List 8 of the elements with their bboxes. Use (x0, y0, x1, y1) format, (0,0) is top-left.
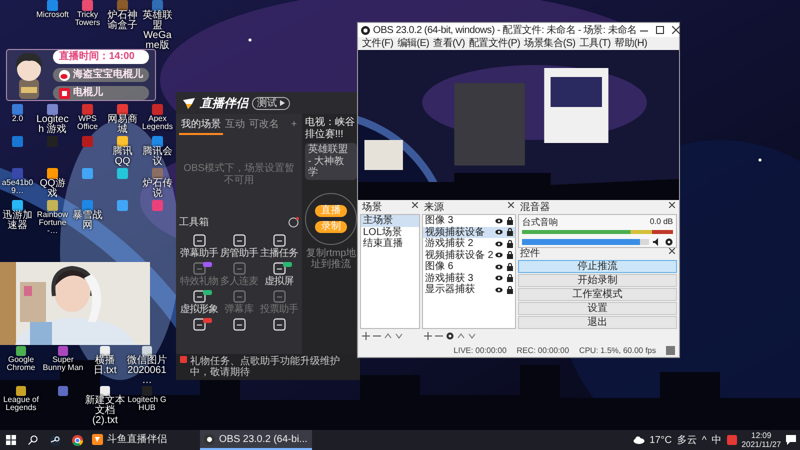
temperature: 17°C (650, 434, 672, 448)
clock-time[interactable]: 12:09 (751, 431, 772, 440)
taskbar-task[interactable]: OBS 23.0.2 (64-bi... (200, 430, 312, 450)
weather-text: 多云 (676, 434, 697, 448)
tray-item[interactable]: ^ (702, 432, 707, 448)
tray-item[interactable]: 中 (712, 432, 722, 448)
clock-date[interactable]: 2021/11/27 (742, 440, 781, 449)
taskbar-task[interactable]: 斗鱼直播伴侣 (88, 430, 200, 450)
